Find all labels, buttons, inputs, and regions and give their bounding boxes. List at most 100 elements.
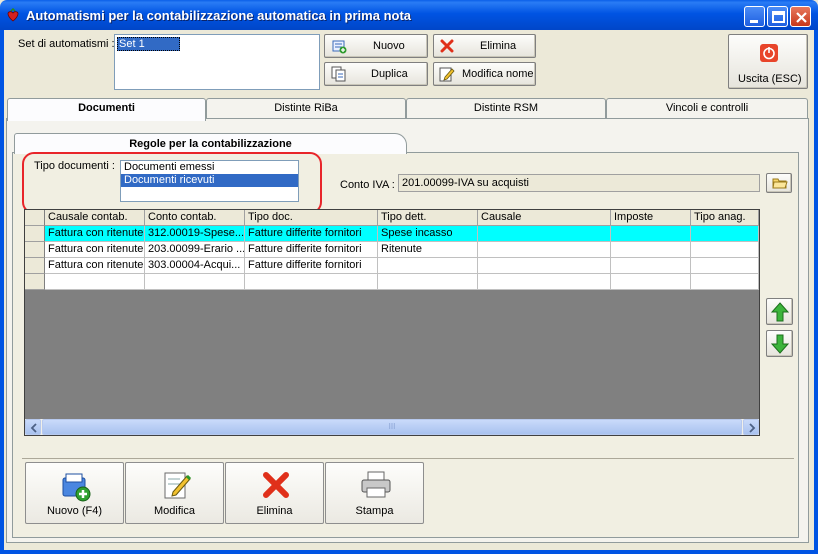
table-cell[interactable] [611, 274, 691, 290]
tab-vincoli-controlli[interactable]: Vincoli e controlli [606, 98, 808, 118]
conto-iva-browse-button[interactable] [766, 173, 792, 193]
rules-grid[interactable]: Causale contab. Conto contab. Tipo doc. … [24, 209, 760, 436]
column-header[interactable]: Tipo dett. [378, 210, 478, 226]
uscita-button[interactable]: Uscita (ESC) [728, 34, 808, 89]
strawberry-icon [6, 7, 20, 22]
set-item[interactable]: Set 1 [117, 37, 180, 51]
modifica-nome-label: Modifica nome [462, 68, 534, 80]
table-cell[interactable] [478, 226, 611, 242]
table-cell[interactable]: Fattura con ritenute [45, 226, 145, 242]
duplica-set-button[interactable]: Duplica [324, 62, 428, 86]
row-indicator[interactable] [25, 226, 45, 242]
table-cell[interactable] [378, 274, 478, 290]
stampa-button[interactable]: Stampa [325, 462, 424, 524]
table-cell[interactable] [691, 274, 759, 290]
move-down-button[interactable] [766, 330, 793, 357]
set-label: Set di automatismi : [18, 38, 115, 50]
power-icon [759, 43, 779, 66]
table-cell[interactable]: Fatture differite fornitori [245, 226, 378, 242]
table-cell[interactable]: 312.00019-Spese... [145, 226, 245, 242]
table-cell[interactable] [478, 242, 611, 258]
chevron-left-icon [30, 423, 37, 433]
row-indicator[interactable] [25, 258, 45, 274]
table-cell[interactable] [611, 242, 691, 258]
window-frame-right [814, 30, 818, 554]
column-header[interactable]: Imposte [611, 210, 691, 226]
table-cell[interactable]: Fatture differite fornitori [245, 258, 378, 274]
table-cell[interactable] [478, 274, 611, 290]
maximize-icon [772, 11, 785, 23]
highlight-annotation [22, 152, 322, 214]
table-cell[interactable]: Spese incasso [378, 226, 478, 242]
elimina-rule-button[interactable]: Elimina [225, 462, 324, 524]
add-document-icon [331, 38, 347, 57]
duplica-set-label: Duplica [371, 68, 408, 80]
add-document-icon [60, 470, 92, 505]
minimize-button[interactable] [744, 6, 765, 27]
tab-distinte-rsm[interactable]: Distinte RSM [406, 98, 606, 118]
printer-icon [360, 471, 392, 502]
table-cell[interactable]: 303.00004-Acqui... [145, 258, 245, 274]
nuovo-rule-button[interactable]: Nuovo (F4) [25, 462, 124, 524]
nuovo-set-label: Nuovo [373, 40, 405, 52]
close-button[interactable] [790, 6, 811, 27]
elimina-rule-label: Elimina [256, 505, 293, 517]
separator [22, 458, 794, 459]
stampa-label: Stampa [355, 505, 394, 517]
nuovo-rule-label: Nuovo (F4) [46, 505, 103, 517]
tab-documenti[interactable]: Documenti [7, 98, 206, 121]
folder-icon [772, 176, 788, 193]
scroll-right-button[interactable] [743, 419, 759, 435]
row-indicator[interactable] [25, 274, 45, 290]
column-header[interactable]: Conto contab. [145, 210, 245, 226]
scroll-left-button[interactable] [25, 419, 41, 435]
table-cell[interactable]: 203.00099-Erario ... [145, 242, 245, 258]
copy-icon [331, 66, 347, 85]
red-x-icon [262, 471, 290, 502]
table-cell[interactable] [691, 242, 759, 258]
table-cell[interactable]: Fattura con ritenute [45, 258, 145, 274]
tab-distinte-riba[interactable]: Distinte RiBa [206, 98, 406, 118]
table-cell[interactable] [478, 258, 611, 274]
edit-document-icon [162, 470, 192, 503]
table-cell[interactable]: Ritenute [378, 242, 478, 258]
table-cell[interactable] [691, 226, 759, 242]
table-cell[interactable] [691, 258, 759, 274]
close-icon [796, 12, 807, 23]
chevron-right-icon [749, 423, 756, 433]
modifica-rule-button[interactable]: Modifica [125, 462, 224, 524]
table-cell[interactable]: Fattura con ritenute [45, 242, 145, 258]
red-x-icon [440, 39, 454, 56]
column-header[interactable]: Causale contab. [45, 210, 145, 226]
table-cell[interactable] [45, 274, 145, 290]
window-title: Automatismi per la contabilizzazione aut… [26, 8, 412, 23]
table-cell[interactable] [611, 226, 691, 242]
scroll-thumb[interactable]: III [42, 419, 742, 435]
table-cell[interactable] [378, 258, 478, 274]
table-cell[interactable]: Fatture differite fornitori [245, 242, 378, 258]
column-header[interactable]: Tipo doc. [245, 210, 378, 226]
horizontal-scrollbar[interactable]: III [25, 419, 759, 435]
conto-iva-label: Conto IVA : [340, 179, 395, 191]
modifica-rule-label: Modifica [154, 505, 195, 517]
minimize-icon [750, 20, 758, 23]
maximize-button[interactable] [767, 6, 788, 27]
window-frame-bottom [0, 550, 818, 554]
column-header[interactable]: Tipo anag. [691, 210, 759, 226]
move-up-button[interactable] [766, 298, 793, 325]
column-header[interactable]: Causale [478, 210, 611, 226]
green-up-arrow-icon [770, 302, 790, 325]
table-cell[interactable] [245, 274, 378, 290]
table-cell[interactable] [611, 258, 691, 274]
elimina-set-label: Elimina [480, 40, 517, 52]
set-listbox[interactable]: Set 1 [114, 34, 320, 90]
conto-iva-field[interactable]: 201.00099-IVA su acquisti [398, 174, 760, 192]
table-cell[interactable] [145, 274, 245, 290]
elimina-set-button[interactable]: Elimina [433, 34, 536, 58]
row-indicator[interactable] [25, 242, 45, 258]
nuovo-set-button[interactable]: Nuovo [324, 34, 428, 58]
modifica-nome-button[interactable]: Modifica nome [433, 62, 536, 86]
window-frame-left [0, 30, 4, 554]
uscita-label: Uscita (ESC) [738, 73, 802, 85]
tab-regole[interactable]: Regole per la contabilizzazione [14, 133, 407, 154]
